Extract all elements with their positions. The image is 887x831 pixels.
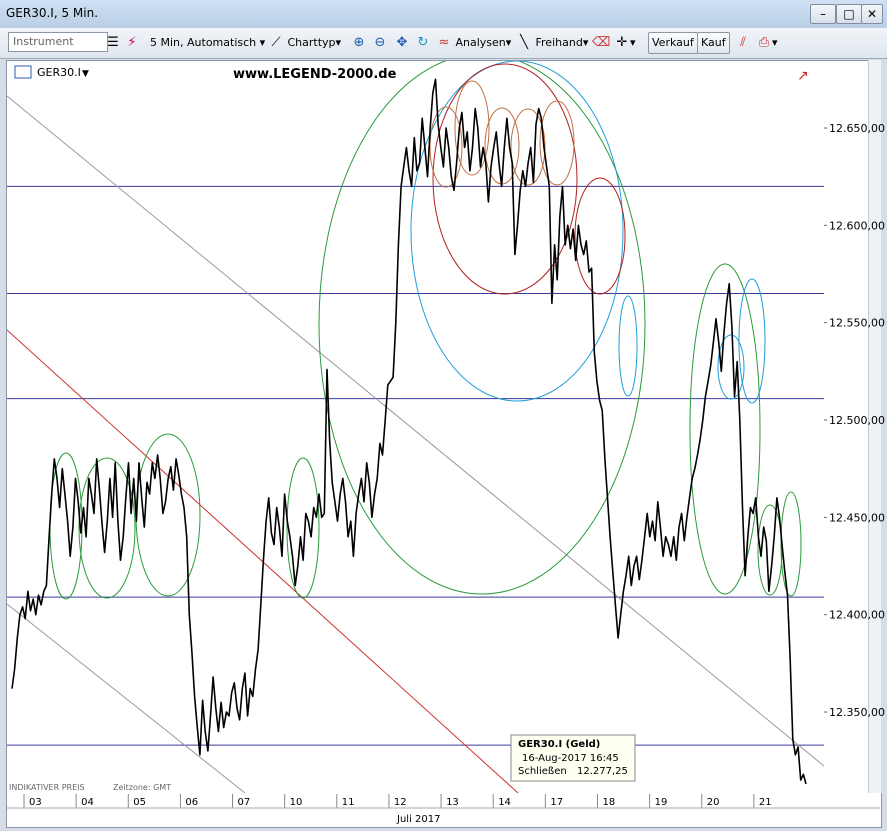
- time-tick-label: 20: [707, 797, 720, 808]
- time-tick-label: 13: [446, 797, 459, 808]
- circle-blue: [618, 295, 638, 397]
- time-tick-label: 04: [81, 797, 94, 808]
- time-tick-label: 19: [655, 797, 668, 808]
- price-tick-label: 12.550,00: [829, 317, 885, 330]
- time-tick-label: 17: [550, 797, 563, 808]
- tooltip-close-label: Schließen: [518, 766, 567, 777]
- circle-red: [574, 177, 626, 295]
- trendline-red: [7, 329, 519, 793]
- timezone-label: Zeitzone: GMT: [113, 783, 171, 792]
- circle-blue: [738, 278, 766, 404]
- time-tick-label: 21: [759, 797, 772, 808]
- indicative-price-label: INDIKATIVER PREIS: [9, 783, 85, 792]
- price-series-line: [11, 78, 807, 785]
- price-tick-label: 12.450,00: [829, 511, 885, 524]
- symbol-dropdown-arrow[interactable]: ▼: [82, 69, 89, 79]
- tooltip-title: GER30.I (Geld): [518, 739, 600, 750]
- cfd-badge-icon: [14, 65, 32, 79]
- time-tick-label: 05: [133, 797, 146, 808]
- circle-green: [780, 491, 802, 597]
- time-tick-label: 03: [29, 797, 42, 808]
- price-tick-label: 12.350,00: [829, 706, 885, 719]
- circle-green: [286, 457, 320, 599]
- price-chart: 12.650,00 12.600,00 12.550,00 12.500,00 12.4…: [7, 61, 885, 825]
- price-tick-label: 12.400,00: [829, 609, 885, 622]
- time-tick-labels: 03 04 05 06 07 10 11 12 13 14 17 18 19 20 21: [7, 794, 880, 809]
- circle-green: [49, 452, 83, 600]
- annotations: [7, 61, 824, 793]
- time-tick-label: 10: [290, 797, 303, 808]
- time-tick-label: 06: [185, 797, 198, 808]
- trend-arrow-icon: ↗: [797, 68, 809, 84]
- price-tick-label: 12.500,00: [829, 414, 885, 427]
- tooltip-datetime: 16-Aug-2017 16:45: [522, 753, 619, 764]
- time-tick-label: 18: [602, 797, 615, 808]
- symbol-label[interactable]: GER30.I: [37, 66, 81, 79]
- month-label: Juli 2017: [396, 814, 440, 825]
- time-tick-label: 12: [394, 797, 407, 808]
- time-tick-label: 11: [342, 797, 355, 808]
- application-window: GER30.I, 5 Min. – □ ✕ Instrument ☰ ⚡ 5 M…: [0, 0, 887, 831]
- price-tick-labels: 12.650,00 12.600,00 12.550,00 12.500,00 12.4…: [824, 122, 885, 719]
- circle-green-large: [318, 61, 646, 595]
- watermark-text: www.LEGEND-2000.de: [233, 67, 397, 82]
- price-tick-label: 12.600,00: [829, 219, 885, 232]
- trendline-lower: [7, 603, 246, 793]
- time-tick-label: 14: [498, 797, 511, 808]
- time-tick-label: 07: [238, 797, 251, 808]
- tooltip-close-value: 12.277,25: [577, 766, 628, 777]
- price-tooltip: GER30.I (Geld) 16-Aug-2017 16:45 Schließ…: [510, 734, 636, 782]
- price-tick-label: 12.650,00: [829, 122, 885, 135]
- horizontal-levels: [7, 185, 824, 746]
